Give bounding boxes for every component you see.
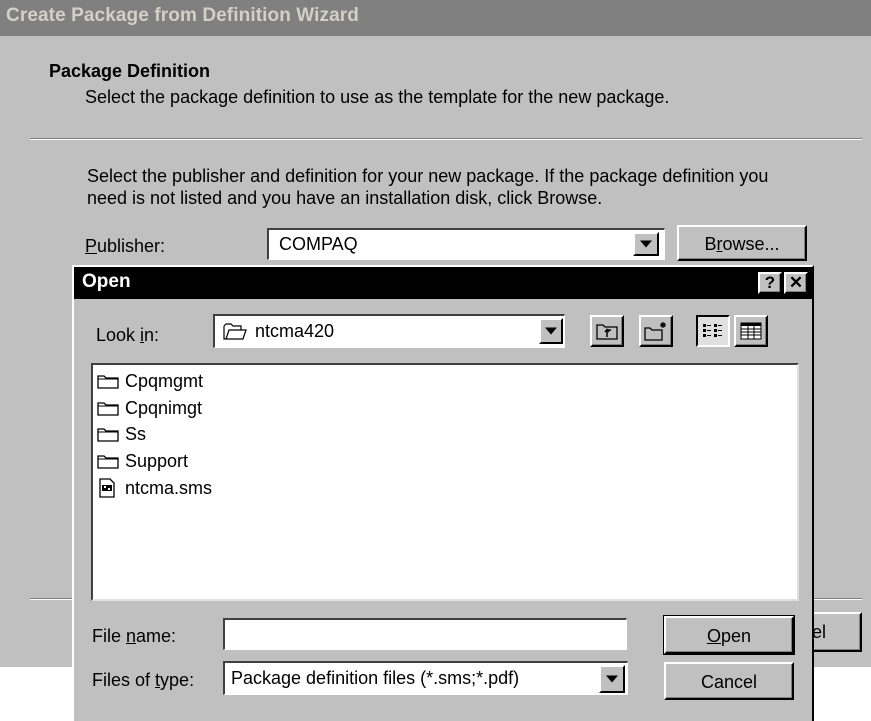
publisher-label: Publisher: — [85, 236, 166, 256]
details-view-icon — [740, 322, 762, 340]
wizard-titlebar: Create Package from Definition Wizard — [0, 0, 871, 36]
up-folder-icon — [596, 324, 618, 340]
header-divider — [30, 138, 862, 140]
chevron-down-icon — [606, 675, 618, 683]
list-item-label: ntcma.sms — [125, 478, 213, 498]
file-list[interactable]: Cpqmgmt Cpqnimgt Ss Support ntcma.sms — [91, 363, 799, 601]
publisher-label-rest: ublisher: — [97, 236, 166, 256]
create-new-folder-button[interactable] — [639, 315, 673, 347]
look-in-value: ntcma420 — [255, 321, 335, 341]
browse-button-label: Browse... — [704, 234, 780, 254]
publisher-dropdown[interactable]: COMPAQ — [267, 228, 665, 260]
help-button[interactable]: ? — [758, 272, 782, 294]
folder-icon — [97, 455, 119, 469]
cancel-button[interactable]: Cancel — [664, 662, 794, 700]
list-item-label: Support — [125, 451, 189, 471]
wizard-title: Create Package from Definition Wizard — [6, 5, 360, 26]
file-name-label: File name: — [92, 626, 177, 646]
list-view-button[interactable] — [696, 315, 730, 347]
open-dialog: Open ? ✕ Look in: ntcma420 Cpqmgmt Cpqni… — [72, 265, 814, 721]
cancel-button-label: Cancel — [700, 672, 758, 692]
look-in-dropdown[interactable]: ntcma420 — [213, 314, 565, 348]
look-in-label: Look in: — [96, 325, 160, 345]
open-folder-icon — [223, 323, 247, 340]
files-of-type-dropdown-arrow[interactable] — [599, 665, 625, 693]
publisher-dropdown-arrow[interactable] — [633, 232, 659, 256]
details-view-button[interactable] — [734, 315, 768, 347]
open-dialog-title: Open — [82, 271, 131, 292]
folder-icon — [97, 375, 119, 389]
sms-file-icon — [99, 478, 115, 498]
up-one-level-button[interactable] — [590, 315, 624, 347]
help-icon: ? — [764, 273, 776, 292]
chevron-down-icon — [545, 327, 557, 335]
list-item-label: Cpqnimgt — [125, 398, 203, 418]
page-subheading: Select the package definition to use as … — [85, 87, 670, 107]
folder-icon — [97, 402, 119, 416]
chevron-down-icon — [640, 240, 652, 248]
list-view-icon — [703, 324, 722, 337]
files-of-type-label: Files of type: — [92, 670, 195, 690]
close-button[interactable]: ✕ — [784, 272, 808, 294]
file-name-input[interactable] — [223, 618, 627, 650]
open-button[interactable]: Open — [663, 615, 795, 655]
close-icon: ✕ — [788, 273, 804, 292]
open-dialog-titlebar: Open ? ✕ — [74, 267, 812, 299]
folder-icon — [97, 428, 119, 442]
new-folder-icon — [644, 322, 666, 341]
list-item-label: Cpqmgmt — [125, 371, 204, 391]
wizard-cancel-label: el — [812, 622, 827, 642]
files-of-type-dropdown[interactable]: Package definition files (*.sms;*.pdf) — [223, 661, 628, 695]
look-in-dropdown-arrow[interactable] — [539, 318, 563, 344]
browse-button[interactable]: Browse... — [677, 225, 807, 261]
instruction-text-line1: Select the publisher and definition for … — [87, 166, 769, 186]
list-item-label: Ss — [125, 424, 147, 444]
page-heading: Package Definition — [49, 61, 211, 81]
files-of-type-value: Package definition files (*.sms;*.pdf) — [231, 668, 520, 688]
instruction-text-line2: need is not listed and you have an insta… — [87, 188, 603, 208]
open-button-label: Open — [706, 626, 752, 646]
publisher-value: COMPAQ — [279, 234, 358, 254]
